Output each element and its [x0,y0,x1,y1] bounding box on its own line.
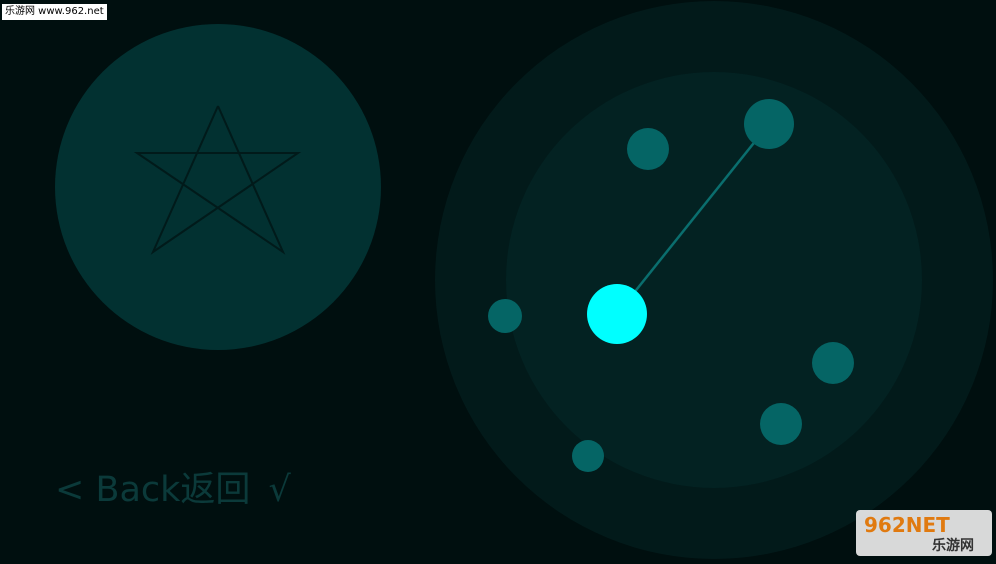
back-button[interactable]: < Back返回 [55,468,250,512]
pattern-dot[interactable] [760,403,802,445]
watermark-top: 乐游网 www.962.net [2,4,107,20]
target-shape-panel [55,24,381,350]
watermark-logo-line2: 乐游网 [932,537,974,554]
pattern-dot-active[interactable] [587,284,647,344]
pattern-dot[interactable] [744,99,794,149]
watermark-logo-line1: 962NET [864,513,950,537]
pattern-dot[interactable] [812,342,854,384]
pattern-dot[interactable] [627,128,669,170]
pattern-dot[interactable] [572,440,604,472]
watermark-logo: 962NET 乐游网 [856,510,992,556]
controls-row: < Back返回 √ [55,468,291,512]
pattern-board-inner-ring [506,72,922,488]
game-stage: 乐游网 www.962.net < Back返回 √ 962NET 乐游网 [0,0,996,560]
confirm-button[interactable]: √ [268,468,290,512]
pattern-dot[interactable] [488,299,522,333]
